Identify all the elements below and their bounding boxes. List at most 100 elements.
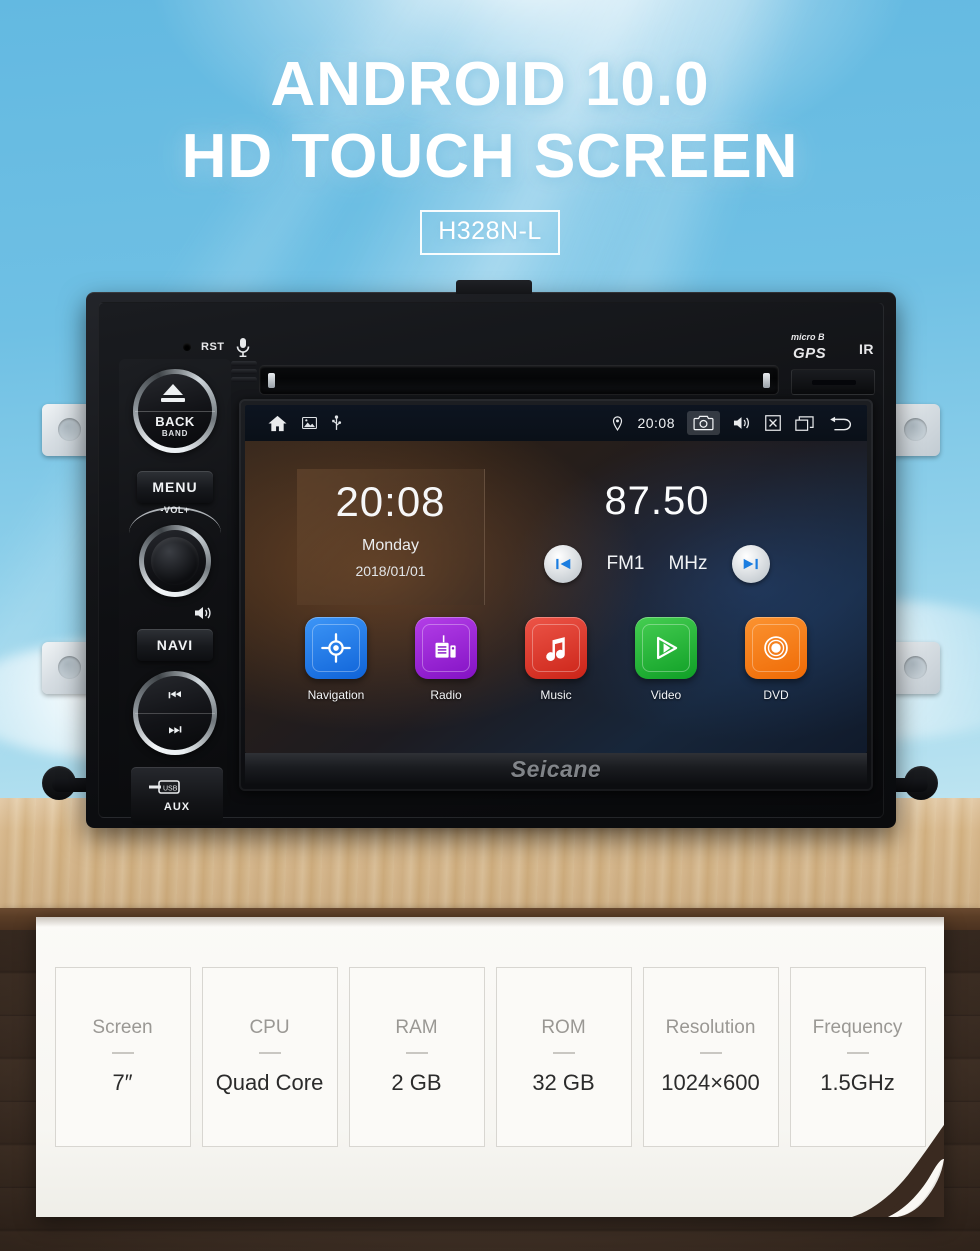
spec-divider [405, 1051, 428, 1054]
spec-label: Screen [92, 1016, 153, 1038]
app-label: Video [650, 688, 682, 702]
back-band-label: BACK BAND [119, 415, 231, 438]
close-icon[interactable] [765, 415, 781, 431]
gps-label: GPS [793, 345, 827, 362]
gallery-icon[interactable] [302, 417, 317, 429]
clock-time: 20:08 [335, 478, 446, 525]
spec-card-cpu: CPU Quad Core [201, 967, 338, 1147]
spec-card-row: Screen 7″ CPU Quad Core RAM 2 GB ROM 32 … [50, 967, 930, 1147]
reset-hole[interactable] [183, 343, 191, 351]
slot-tab [268, 373, 275, 388]
music-note-icon [525, 617, 587, 679]
spec-divider [699, 1051, 722, 1054]
spec-label: RAM [395, 1016, 438, 1038]
speaker-icon [193, 605, 213, 621]
clock-widget[interactable]: 20:08 Monday 2018/01/01 [297, 469, 485, 605]
video-play-icon [635, 617, 697, 679]
svg-text:USB: USB [163, 786, 178, 793]
ir-label: IR [859, 341, 874, 357]
skip-next-icon[interactable]: ⏭ [119, 721, 231, 738]
device-chassis: RST micro B GPS IR BACK BAND MENU -VOL+ … [86, 280, 896, 828]
eject-icon [163, 384, 183, 395]
knob-divider [135, 411, 215, 412]
dvd-disc-icon [745, 617, 807, 679]
hardware-control-panel: BACK BAND MENU -VOL+ NAVI ⏮ ⏭ USB AUX [119, 359, 231, 825]
spec-card-frequency: Frequency 1.5GHz [789, 967, 926, 1147]
brand-name: Seicane [510, 755, 602, 782]
eject-icon-bar [161, 398, 185, 402]
chassis-notch [456, 280, 532, 294]
app-navigation[interactable]: Navigation [300, 617, 372, 702]
spec-card-ram: RAM 2 GB [348, 967, 485, 1147]
touch-screen-bezel: 20:08 20:08 Monday 2018/01/01 87.50 FM1 … [239, 399, 873, 791]
spec-card-resolution: Resolution 1024×600 [642, 967, 779, 1147]
page-curl-corner [852, 1125, 944, 1218]
radio-band: FM1 [606, 553, 645, 574]
app-music[interactable]: Music [520, 617, 592, 702]
back-icon[interactable] [828, 416, 853, 431]
navigation-target-icon [305, 617, 367, 679]
cd-disc-slot[interactable] [259, 365, 779, 395]
app-label: DVD [763, 688, 789, 702]
app-label: Navigation [307, 688, 365, 702]
usb-icon: USB [147, 777, 187, 797]
app-label: Radio [430, 688, 462, 702]
camera-icon[interactable] [687, 411, 720, 435]
volume-icon[interactable] [732, 415, 751, 431]
knob-divider [135, 713, 215, 714]
spec-divider [846, 1051, 869, 1054]
spec-label: Resolution [665, 1016, 756, 1038]
chassis-faceplate: RST micro B GPS IR BACK BAND MENU -VOL+ … [98, 302, 884, 825]
radio-next-button[interactable] [731, 545, 770, 583]
usb-aux-port-panel[interactable]: USB AUX [131, 767, 223, 825]
spec-divider [552, 1051, 575, 1054]
band-label: BAND [161, 428, 189, 438]
usb-icon[interactable] [331, 414, 342, 432]
spec-value: Quad Core [215, 1069, 324, 1095]
spec-divider [258, 1051, 281, 1054]
recents-icon[interactable] [795, 415, 814, 431]
car-stereo-head-unit: RST micro B GPS IR BACK BAND MENU -VOL+ … [42, 280, 940, 828]
micro-sd-label: micro B [791, 332, 825, 342]
android-touch-screen[interactable]: 20:08 20:08 Monday 2018/01/01 87.50 FM1 … [245, 405, 867, 753]
micro-sd-slot[interactable] [791, 369, 875, 395]
navi-button[interactable]: NAVI [137, 629, 213, 661]
radio-frequency: 87.50 [604, 479, 710, 523]
app-dvd[interactable]: DVD [740, 617, 812, 702]
paper-shadow [36, 917, 944, 927]
spec-label: Frequency [812, 1016, 903, 1038]
spec-label: CPU [249, 1016, 290, 1038]
spec-label: ROM [541, 1016, 586, 1038]
volume-label: -VOL+ [160, 505, 190, 515]
location-pin-icon [612, 415, 623, 431]
radio-icon [415, 617, 477, 679]
android-status-bar: 20:08 [245, 405, 867, 441]
app-shortcut-row: Navigation Radio Music Video DVD [245, 617, 867, 702]
spec-divider [111, 1051, 134, 1054]
brand-logo: Seicane [245, 753, 867, 785]
clock-date: 2018/01/01 [355, 563, 426, 579]
slot-tab [763, 373, 770, 388]
menu-button[interactable]: MENU [137, 471, 213, 503]
skip-previous-icon[interactable]: ⏮ [119, 687, 231, 704]
app-label: Music [540, 688, 572, 702]
radio-widget[interactable]: 87.50 FM1 MHz [497, 469, 817, 605]
microphone-icon [235, 337, 251, 357]
clock-weekday: Monday [362, 537, 419, 554]
spec-card-rom: ROM 32 GB [495, 967, 632, 1147]
reset-label: RST [201, 341, 225, 353]
home-icon[interactable] [267, 414, 288, 433]
radio-unit: MHz [668, 553, 708, 574]
app-radio[interactable]: Radio [410, 617, 482, 702]
spec-value: 32 GB [532, 1069, 595, 1095]
volume-knob-center[interactable] [151, 537, 199, 585]
radio-prev-button[interactable] [544, 545, 583, 583]
back-label: BACK [155, 414, 195, 429]
status-bar-time: 20:08 [637, 415, 675, 431]
spec-value: 1024×600 [661, 1069, 760, 1095]
aux-label: AUX [163, 801, 191, 813]
microphone-grill [231, 361, 257, 387]
specification-card: Screen 7″ CPU Quad Core RAM 2 GB ROM 32 … [36, 917, 944, 1218]
spec-card-screen: Screen 7″ [54, 967, 191, 1147]
app-video[interactable]: Video [630, 617, 702, 702]
